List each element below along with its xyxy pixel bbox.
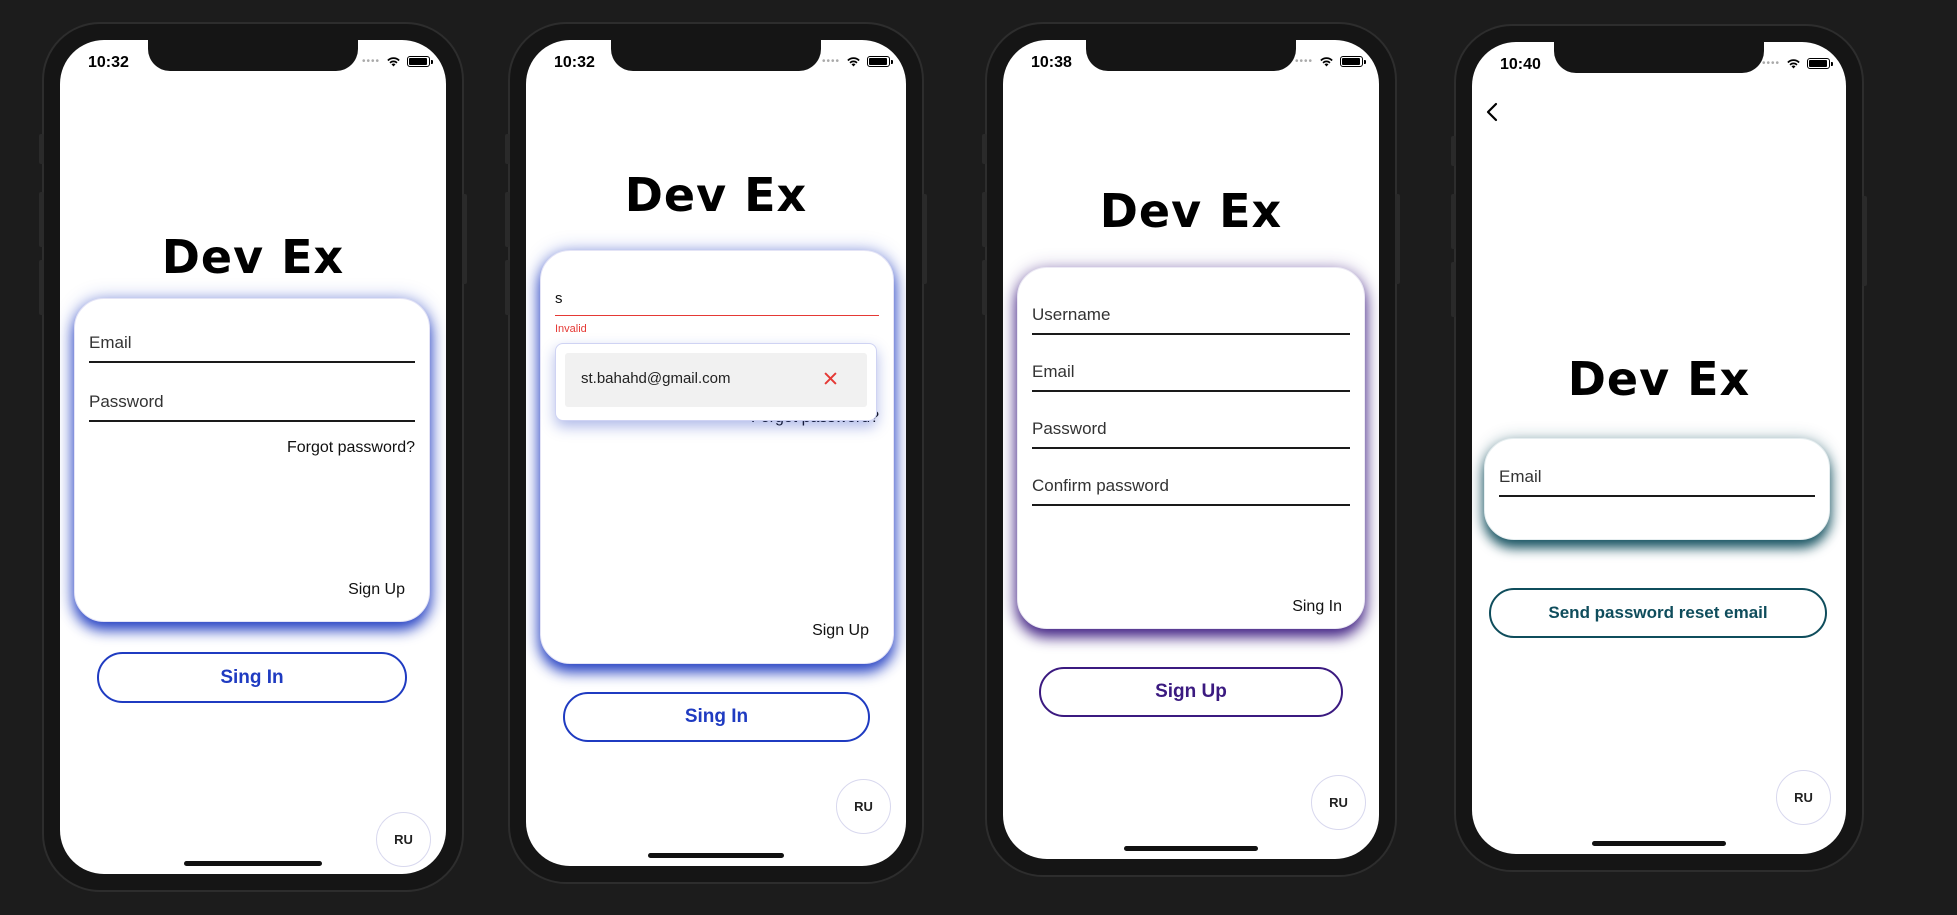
volume-down-button [39,260,44,315]
username-label: Username [1032,305,1111,324]
signal-icon: •••• [1294,55,1313,67]
home-indicator [184,861,322,866]
home-indicator [1124,846,1258,851]
status-time: 10:32 [88,54,129,71]
mute-switch [505,134,510,164]
power-button [462,194,467,284]
email-label: Email [1499,467,1542,486]
signal-icon: •••• [821,55,840,67]
wifi-icon [847,57,860,67]
email-label: Email [89,333,132,352]
screen: 10:40 •••• Dev Ex Email Send password re… [1472,42,1846,854]
status-icons: •••• [1294,55,1366,67]
notch [1554,42,1764,73]
sign-in-button[interactable]: Sing In [97,652,407,703]
send-reset-email-button[interactable]: Send password reset email [1489,588,1827,638]
language-button[interactable]: RU [1311,775,1366,830]
app-title: Dev Ex [1099,184,1283,238]
notch [1086,40,1296,71]
password-label: Password [1032,419,1107,438]
home-indicator [648,853,784,858]
signal-icon: •••• [361,55,380,67]
sign-up-card: Username Email Password Confirm password… [1017,267,1365,629]
status-icons: •••• [821,55,893,67]
suggestion-email: st.bahahd@gmail.com [581,370,731,387]
home-indicator [1592,841,1726,846]
phone-sign-in: 10:32 •••• Dev Ex Email Password Forgot … [39,22,467,892]
mute-switch [982,134,987,164]
power-button [922,194,927,284]
status-time: 10:38 [1031,54,1072,71]
notch [611,40,821,71]
language-button[interactable]: RU [836,779,891,834]
notch [148,40,358,71]
password-label: Password [89,392,164,411]
sign-up-link[interactable]: Sign Up [348,581,405,599]
phone-sign-in-autofill: 10:32 •••• Dev Ex s Invalid Forgot passw… [505,22,927,884]
volume-down-button [505,260,510,315]
screen: 10:32 •••• Dev Ex s Invalid Forgot passw… [526,40,906,866]
email-field[interactable]: s [555,273,879,316]
battery-icon [867,56,893,67]
battery-icon [1340,56,1366,67]
volume-up-button [1451,194,1456,249]
volume-up-button [39,192,44,247]
volume-down-button [982,260,987,315]
password-field[interactable]: Password [89,380,415,422]
wifi-icon [1320,57,1333,67]
sign-in-card: s Invalid Forgot password? Sign Up st.ba… [540,250,894,664]
reset-password-card: Email [1484,438,1830,540]
app-title: Dev Ex [624,168,808,222]
sign-up-link[interactable]: Sign Up [812,622,869,640]
back-chevron-icon[interactable] [1486,102,1498,122]
screen: 10:32 •••• Dev Ex Email Password Forgot … [60,40,446,874]
email-field[interactable]: Email [1499,455,1815,497]
sign-in-button[interactable]: Sing In [563,692,870,742]
power-button [1862,196,1867,286]
volume-down-button [1451,262,1456,317]
app-title: Dev Ex [1567,352,1751,406]
status-time: 10:32 [554,54,595,71]
password-field[interactable]: Password [1032,407,1350,449]
forgot-password-link[interactable]: Forgot password? [287,439,415,457]
language-button[interactable]: RU [1776,770,1831,825]
volume-up-button [982,192,987,247]
phone-reset-password: 10:40 •••• Dev Ex Email Send password re… [1451,24,1867,872]
sign-up-button[interactable]: Sign Up [1039,667,1343,717]
email-field[interactable]: Email [89,321,415,363]
mute-switch [39,134,44,164]
remove-suggestion-icon[interactable] [824,372,837,385]
autofill-popup: st.bahahd@gmail.com [555,343,877,421]
username-field[interactable]: Username [1032,293,1350,335]
email-label: Email [1032,362,1075,381]
phone-sign-up: 10:38 •••• Dev Ex Username Email Passwor… [982,22,1400,877]
status-icons: •••• [361,55,433,67]
email-field[interactable]: Email [1032,350,1350,392]
battery-icon [407,56,433,67]
app-title: Dev Ex [161,230,345,284]
battery-icon [1807,58,1833,69]
language-button[interactable]: RU [376,812,431,867]
sign-in-card: Email Password Forgot password? Sign Up [74,298,430,622]
screen: 10:38 •••• Dev Ex Username Email Passwor… [1003,40,1379,859]
status-time: 10:40 [1500,56,1541,73]
confirm-password-label: Confirm password [1032,476,1169,495]
wifi-icon [387,57,400,67]
signal-icon: •••• [1761,57,1780,69]
power-button [1395,194,1400,284]
wifi-icon [1787,59,1800,69]
confirm-password-field[interactable]: Confirm password [1032,464,1350,506]
email-value: s [555,290,563,307]
email-error-text: Invalid [555,323,587,335]
status-icons: •••• [1761,57,1833,69]
volume-up-button [505,192,510,247]
mute-switch [1451,136,1456,166]
sign-in-link[interactable]: Sing In [1292,598,1342,616]
autofill-suggestion[interactable]: st.bahahd@gmail.com [565,353,867,407]
